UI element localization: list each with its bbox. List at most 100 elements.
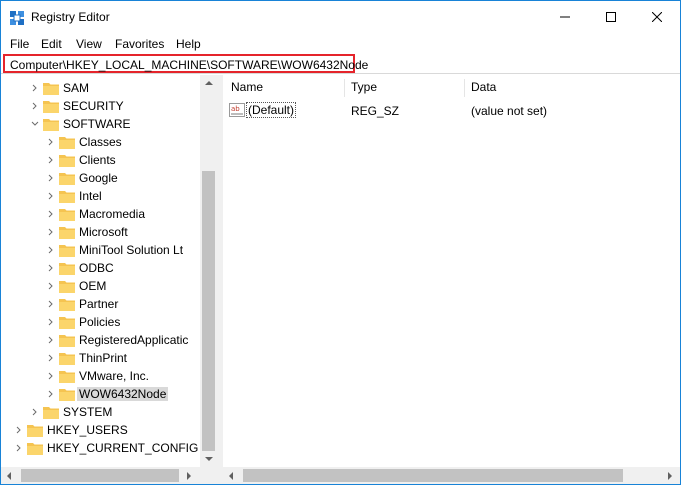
menu-edit[interactable]: Edit [41, 37, 62, 51]
tree-vertical-scrollbar[interactable] [200, 75, 217, 467]
tree-item-label: HKEY_USERS [47, 423, 128, 437]
window-title: Registry Editor [31, 10, 110, 24]
address-path: Computer\HKEY_LOCAL_MACHINE\SOFTWARE\WOW… [10, 58, 369, 72]
chevron-right-icon[interactable] [47, 354, 55, 362]
menu-bar: File Edit View Favorites Help [1, 33, 680, 53]
tree-item-hkey-users[interactable]: HKEY_USERS [1, 421, 217, 439]
tree-scroll-thumb[interactable] [202, 171, 215, 451]
tree-item-partner[interactable]: Partner [1, 295, 217, 313]
minimize-button[interactable] [542, 1, 588, 33]
tree-item-thinprint[interactable]: ThinPrint [1, 349, 217, 367]
close-button[interactable] [634, 1, 680, 33]
tree-item-clients[interactable]: Clients [1, 151, 217, 169]
chevron-right-icon[interactable] [15, 426, 23, 434]
menu-help[interactable]: Help [176, 37, 201, 51]
tree-item-wow6432node[interactable]: WOW6432Node [1, 385, 217, 403]
address-bar[interactable]: Computer\HKEY_LOCAL_MACHINE\SOFTWARE\WOW… [3, 54, 368, 73]
string-value-icon: ab [229, 103, 245, 117]
title-bar[interactable]: Registry Editor [1, 1, 680, 33]
tree-item-label: ThinPrint [79, 351, 128, 365]
registry-editor-icon [10, 11, 24, 25]
chevron-right-icon[interactable] [47, 246, 55, 254]
chevron-right-icon[interactable] [47, 156, 55, 164]
tree-item-label: SOFTWARE [63, 117, 131, 131]
menu-favorites[interactable]: Favorites [115, 37, 164, 51]
values-hscroll-thumb[interactable] [243, 469, 623, 482]
folder-icon [59, 317, 75, 329]
menu-file[interactable]: File [10, 37, 29, 51]
tree-item-label: Classes [79, 135, 122, 149]
values-horizontal-scrollbar[interactable] [223, 467, 680, 484]
column-divider[interactable] [464, 79, 465, 97]
folder-icon [59, 209, 75, 221]
maximize-button[interactable] [588, 1, 634, 33]
chevron-right-icon[interactable] [47, 210, 55, 218]
column-header-type[interactable]: Type [351, 80, 377, 94]
tree-item-label: Google [79, 171, 118, 185]
chevron-down-icon[interactable] [31, 120, 39, 128]
scroll-down-icon[interactable] [205, 457, 213, 461]
tree-item-intel[interactable]: Intel [1, 187, 217, 205]
tree-item-odbc[interactable]: ODBC [1, 259, 217, 277]
folder-icon [43, 101, 59, 113]
tree-item-label: RegisteredApplicatic [79, 333, 189, 347]
tree-item-vmware-inc[interactable]: VMware, Inc. [1, 367, 217, 385]
tree-item-security[interactable]: SECURITY [1, 97, 217, 115]
folder-icon [43, 407, 59, 419]
folder-icon [59, 227, 75, 239]
chevron-right-icon[interactable] [47, 228, 55, 236]
tree-item-microsoft[interactable]: Microsoft [1, 223, 217, 241]
chevron-right-icon[interactable] [47, 192, 55, 200]
tree-hscroll-thumb[interactable] [21, 469, 179, 482]
folder-icon [59, 299, 75, 311]
chevron-right-icon[interactable] [47, 336, 55, 344]
chevron-right-icon[interactable] [47, 174, 55, 182]
scroll-right-icon[interactable] [187, 472, 191, 480]
tree-horizontal-scrollbar[interactable] [1, 467, 217, 484]
menu-view[interactable]: View [76, 37, 102, 51]
tree-item-minitool-solution-lt[interactable]: MiniTool Solution Lt [1, 241, 217, 259]
scroll-left-icon[interactable] [229, 472, 233, 480]
tree-item-google[interactable]: Google [1, 169, 217, 187]
chevron-right-icon[interactable] [47, 390, 55, 398]
scroll-left-icon[interactable] [7, 472, 11, 480]
tree-item-macromedia[interactable]: Macromedia [1, 205, 217, 223]
column-header-data[interactable]: Data [471, 80, 496, 94]
tree-item-label: Microsoft [79, 225, 128, 239]
folder-icon [59, 245, 75, 257]
chevron-right-icon[interactable] [47, 300, 55, 308]
tree-item-hkey-current-config[interactable]: HKEY_CURRENT_CONFIG [1, 439, 217, 457]
tree-item-label: Macromedia [79, 207, 146, 221]
folder-icon [59, 137, 75, 149]
values-pane[interactable]: Name Type Data ab (Default) REG_SZ (valu… [223, 75, 680, 484]
value-type: REG_SZ [351, 104, 400, 118]
tree-item-oem[interactable]: OEM [1, 277, 217, 295]
tree-item-label: Partner [79, 297, 119, 311]
chevron-right-icon[interactable] [47, 264, 55, 272]
chevron-right-icon[interactable] [31, 84, 39, 92]
value-row[interactable]: ab (Default) REG_SZ (value not set) [223, 101, 680, 119]
tree-item-registeredapplicatic[interactable]: RegisteredApplicatic [1, 331, 217, 349]
tree-item-label: OEM [79, 279, 107, 293]
chevron-right-icon[interactable] [47, 372, 55, 380]
folder-icon [27, 443, 43, 455]
column-header-name[interactable]: Name [231, 80, 263, 94]
chevron-right-icon[interactable] [15, 444, 23, 452]
scroll-up-icon[interactable] [205, 81, 213, 85]
key-tree[interactable]: SAM SECURITY SOFTWARE Classes Clients Google I… [1, 75, 217, 467]
folder-icon [59, 173, 75, 185]
tree-item-system[interactable]: SYSTEM [1, 403, 217, 421]
chevron-right-icon[interactable] [47, 318, 55, 326]
tree-item-classes[interactable]: Classes [1, 133, 217, 151]
chevron-right-icon[interactable] [31, 102, 39, 110]
chevron-right-icon[interactable] [47, 282, 55, 290]
chevron-right-icon[interactable] [31, 408, 39, 416]
chevron-right-icon[interactable] [47, 138, 55, 146]
tree-item-software[interactable]: SOFTWARE [1, 115, 217, 133]
scroll-right-icon[interactable] [668, 472, 672, 480]
tree-item-sam[interactable]: SAM [1, 79, 217, 97]
folder-icon [59, 263, 75, 275]
tree-item-label: WOW6432Node [77, 387, 169, 401]
tree-item-policies[interactable]: Policies [1, 313, 217, 331]
column-divider[interactable] [344, 79, 345, 97]
